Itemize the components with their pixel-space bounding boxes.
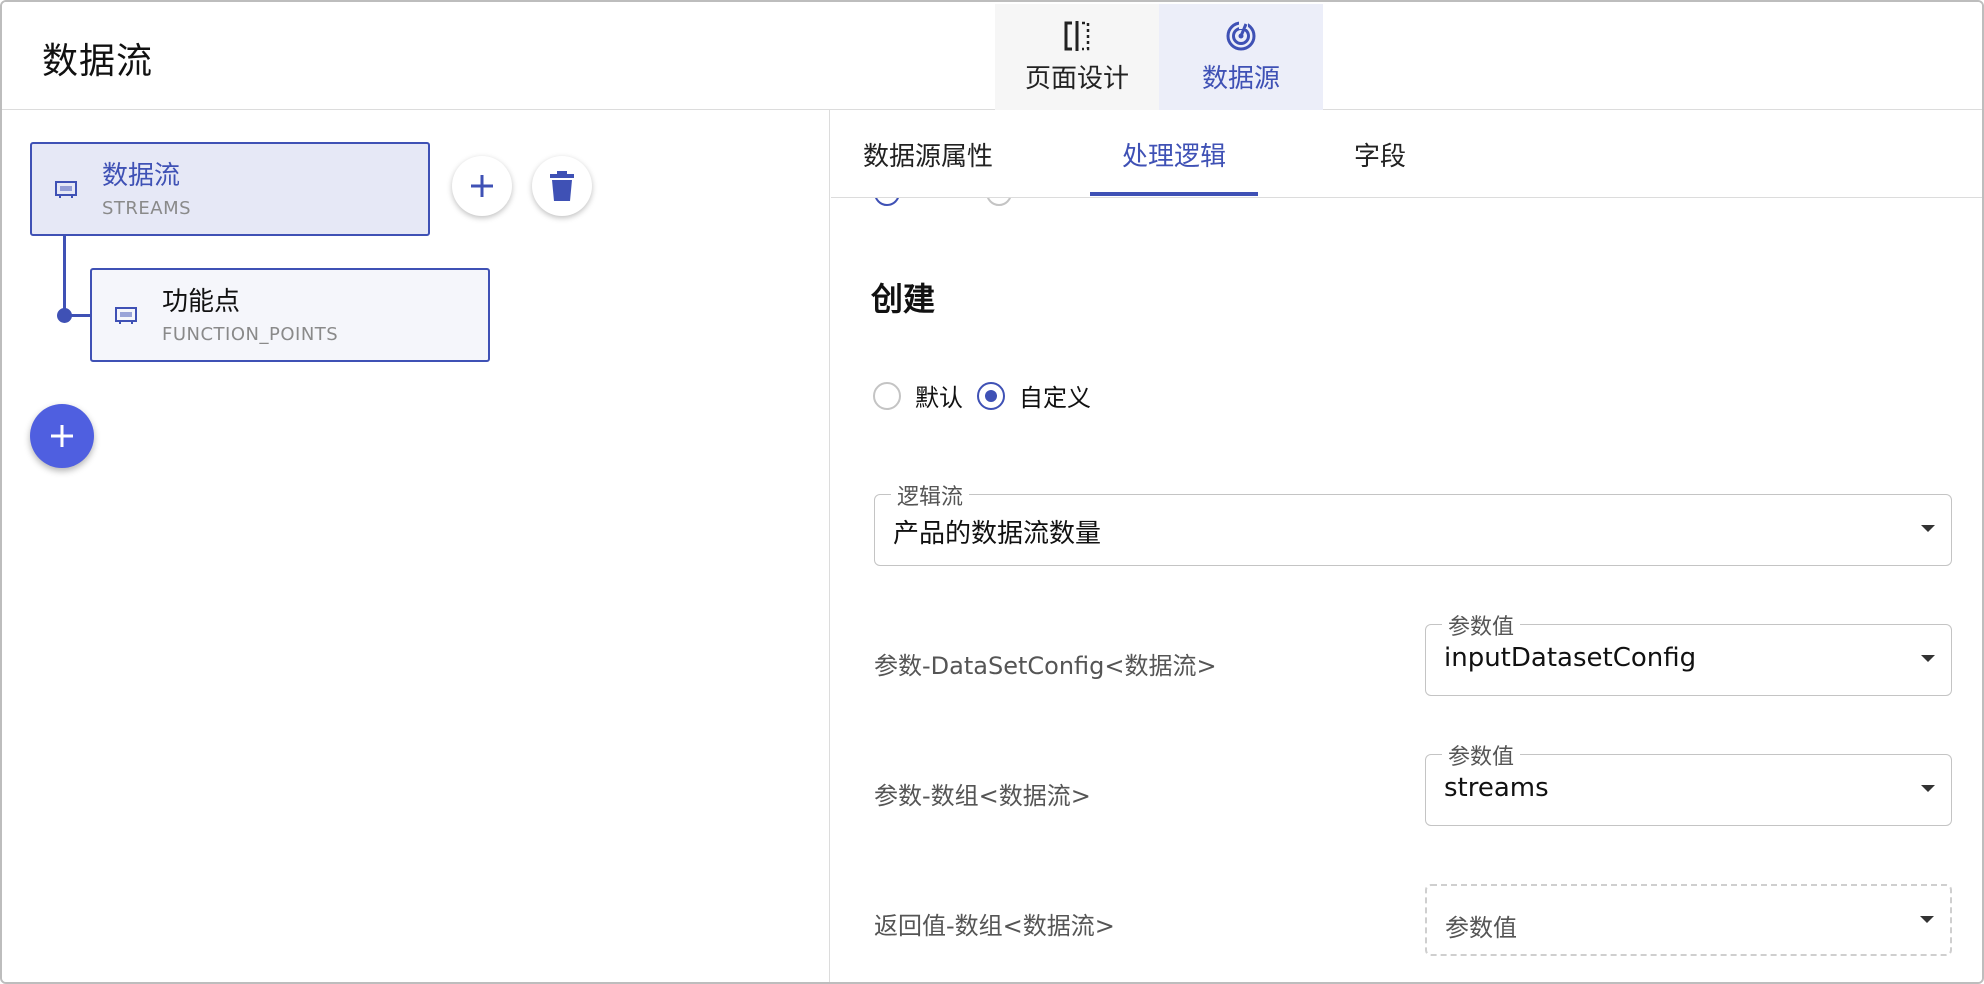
tab-data-source-label: 数据源	[1201, 63, 1280, 94]
return-value-select[interactable]: 参数值	[1425, 884, 1952, 956]
tab-page-design[interactable]: 页面设计	[995, 4, 1159, 110]
data-source-icon	[1226, 19, 1256, 50]
param-value: inputDatasetConfig	[1444, 643, 1697, 673]
active-tab-indicator	[1090, 192, 1258, 196]
radio-default-label: 默认	[915, 384, 963, 412]
radio-default[interactable]	[873, 381, 901, 410]
logic-flow-legend: 逻辑流	[891, 479, 970, 511]
tree-connector-dot	[57, 308, 72, 323]
chevron-down-icon	[1920, 916, 1934, 923]
create-mode-radio-group: 默认 自定义	[873, 378, 1105, 413]
param-label: 参数-数组<数据流>	[874, 782, 1091, 810]
app-window: 数据流 页面设计 数据源 数据流 STREAMS 功能点 FUNCTION_PO…	[0, 0, 1984, 984]
delete-button[interactable]	[532, 156, 592, 216]
tree-node-name: 功能点	[162, 286, 241, 317]
return-value-placeholder: 参数值	[1445, 914, 1517, 942]
param-value-select[interactable]: 参数值 inputDatasetConfig	[1425, 609, 1952, 696]
return-value-label: 返回值-数组<数据流>	[874, 912, 1115, 940]
tree-node-name: 数据流	[102, 160, 181, 191]
chevron-down-icon	[1921, 525, 1935, 532]
tab-processing-logic[interactable]: 处理逻辑	[1122, 136, 1226, 173]
section-title: 创建	[871, 280, 936, 318]
logic-flow-value: 产品的数据流数量	[893, 519, 1102, 549]
page-title: 数据流	[42, 41, 154, 82]
tree-node-function-points[interactable]: 功能点 FUNCTION_POINTS	[90, 268, 490, 362]
plus-icon	[471, 175, 493, 197]
tree-connector	[63, 236, 66, 316]
tree-node-code: STREAMS	[102, 197, 192, 219]
properties-pane: 数据源属性 处理逻辑 字段 创建 默认 自定义 逻辑流 产品的数据流数量 参数-…	[831, 110, 1982, 982]
chevron-down-icon	[1921, 785, 1935, 792]
param-value: streams	[1444, 773, 1549, 803]
chevron-down-icon	[1921, 655, 1935, 662]
app-header: 数据流 页面设计 数据源	[2, 2, 1982, 110]
tab-data-source[interactable]: 数据源	[1159, 4, 1323, 110]
add-child-button[interactable]	[452, 156, 512, 216]
properties-tabs: 数据源属性 处理逻辑 字段	[831, 110, 1982, 198]
logic-flow-select[interactable]: 逻辑流 产品的数据流数量	[874, 479, 1952, 566]
tab-datasource-properties[interactable]: 数据源属性	[863, 136, 993, 173]
tab-page-design-label: 页面设计	[1024, 63, 1129, 94]
radio-custom[interactable]	[977, 381, 1005, 410]
add-datasource-button[interactable]	[30, 404, 94, 468]
page-design-icon	[1064, 20, 1090, 51]
param-value-select[interactable]: 参数值 streams	[1425, 739, 1952, 826]
param-label: 参数-DataSetConfig<数据流>	[874, 652, 1217, 680]
table-icon	[115, 307, 137, 324]
tree-node-streams[interactable]: 数据流 STREAMS	[30, 142, 430, 236]
tab-fields[interactable]: 字段	[1354, 136, 1406, 173]
param-value-legend: 参数值	[1442, 609, 1521, 641]
table-icon	[55, 181, 77, 198]
datasource-tree-pane: 数据流 STREAMS 功能点 FUNCTION_POINTS	[2, 110, 830, 982]
trash-icon	[550, 171, 574, 201]
radio-custom-label: 自定义	[1019, 384, 1091, 412]
plus-icon	[51, 425, 73, 447]
param-value-legend: 参数值	[1442, 739, 1521, 771]
tree-node-code: FUNCTION_POINTS	[162, 323, 339, 345]
